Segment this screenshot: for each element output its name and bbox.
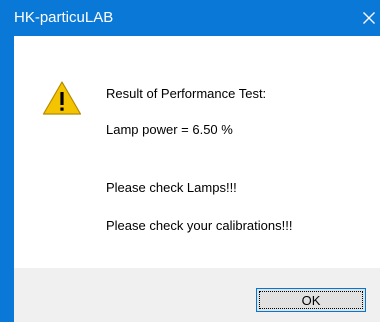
check-calibrations-text: Please check your calibrations!!! (106, 218, 293, 233)
close-button[interactable] (358, 0, 380, 36)
window-title: HK-particuLAB (14, 9, 114, 26)
warning-icon (42, 81, 82, 115)
ok-button[interactable]: OK (256, 288, 366, 312)
button-bar: OK (14, 268, 380, 322)
message-content: Result of Performance Test: Lamp power =… (14, 36, 380, 268)
check-lamps-text: Please check Lamps!!! (106, 180, 237, 195)
message-heading: Result of Performance Test: (106, 86, 267, 101)
title-bar[interactable]: HK-particuLAB (14, 0, 380, 36)
message-box-window: HK-particuLAB Result of Performance Test… (0, 0, 380, 322)
lamp-power-text: Lamp power = 6.50 % (106, 122, 233, 137)
close-icon (363, 12, 375, 24)
